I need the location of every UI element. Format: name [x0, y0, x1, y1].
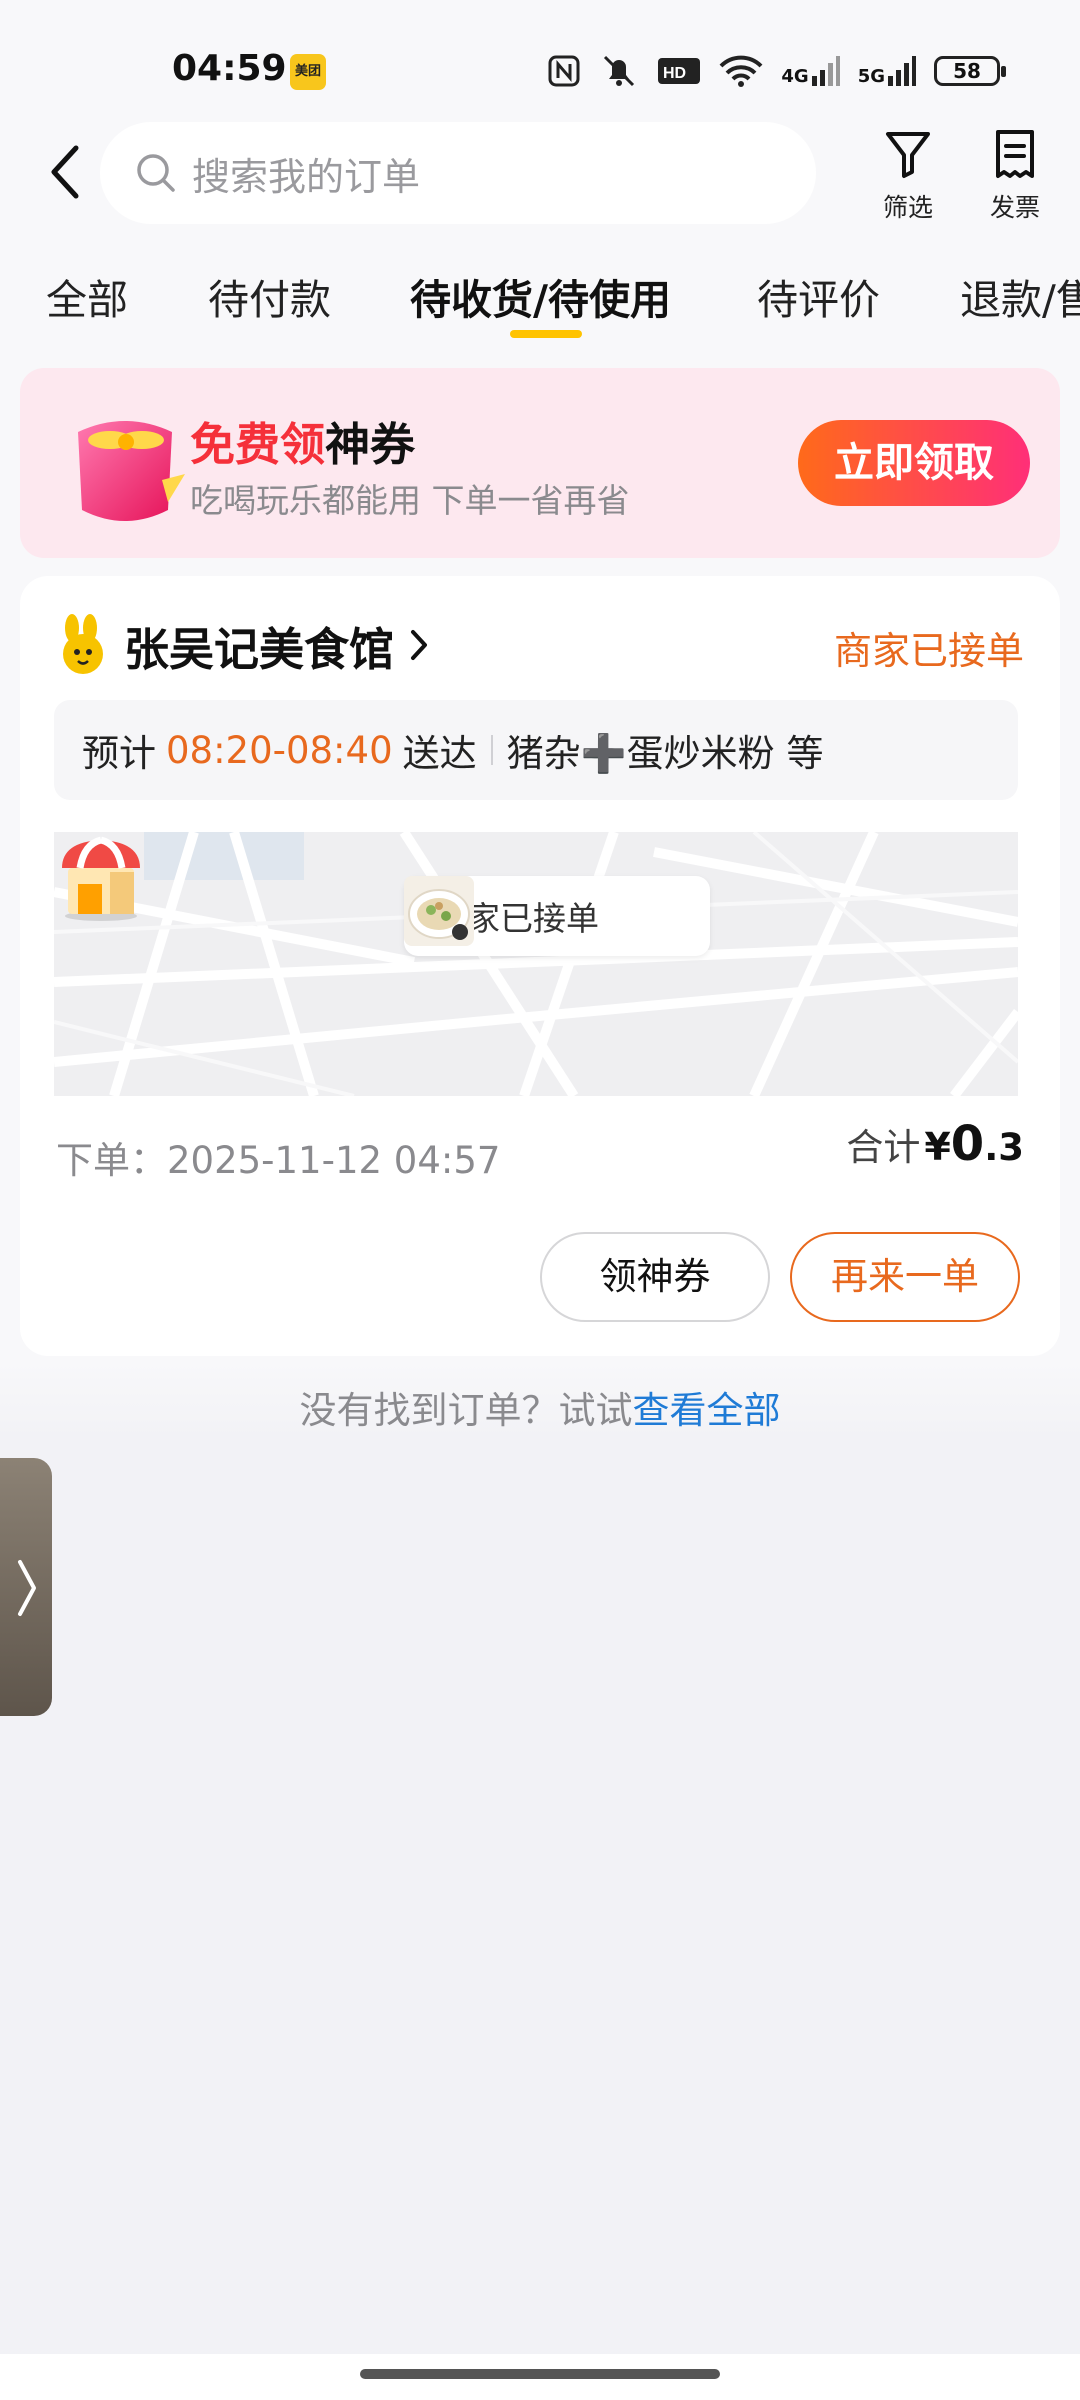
system-icons: HD 4G 5G 58: [547, 50, 1006, 92]
back-arrow-icon[interactable]: [42, 142, 88, 202]
delivery-map[interactable]: 商家已接单: [54, 832, 1018, 1096]
divider: [490, 735, 493, 765]
amount-decimal: .3: [984, 1126, 1024, 1169]
home-indicator[interactable]: [360, 2369, 720, 2379]
status-time: 04:59: [172, 48, 287, 89]
signal-icon: [811, 56, 840, 86]
filter-button[interactable]: 筛选: [863, 128, 953, 224]
map-status-bubble: 商家已接单: [404, 876, 710, 956]
tab-all[interactable]: 全部: [46, 266, 128, 326]
get-coupon-button[interactable]: 领神券: [540, 1232, 770, 1322]
signal-4g: 4G: [781, 56, 840, 86]
promo-title-rest: 神券: [325, 418, 416, 471]
tab-refund[interactable]: 退款/售后: [960, 266, 1080, 326]
chevron-right-icon: [411, 630, 428, 660]
order-time: 下单：2025-11-12 04:57: [56, 1139, 501, 1182]
red-envelope-icon: [78, 421, 185, 521]
promo-title-highlight: 免费领: [190, 418, 326, 471]
mute-icon: [604, 55, 635, 87]
invoice-label: 发票: [989, 193, 1040, 222]
promo-subtitle: 吃喝玩乐都能用 下单一省再省: [190, 481, 630, 520]
filter-icon: [886, 132, 930, 178]
store-logo-icon: [63, 614, 103, 674]
eta-time: 08:20-08:40: [166, 728, 393, 772]
store-link[interactable]: 张吴记美食馆: [56, 610, 430, 680]
signal-5g: 5G: [858, 56, 916, 86]
active-tab-indicator: [510, 330, 582, 338]
promo-title: 免费领神券: [190, 408, 415, 473]
order-total: 合计 ¥ 0 .3: [846, 1116, 1024, 1172]
search-icon: [137, 154, 175, 192]
view-all-link[interactable]: 查看全部: [633, 1389, 781, 1432]
chevron-right-icon: [18, 1560, 36, 1616]
claim-now-button[interactable]: 立即领取: [798, 420, 1030, 506]
tab-pending-review[interactable]: 待评价: [757, 266, 880, 326]
eta-suffix: 送达: [402, 732, 477, 775]
nfc-icon: [548, 55, 580, 87]
search-input[interactable]: 搜索我的订单: [100, 122, 816, 224]
invoice-icon: [996, 130, 1034, 178]
tab-pending-payment[interactable]: 待付款: [208, 266, 331, 326]
amount-integer: 0: [950, 1116, 985, 1172]
wifi-icon: [719, 55, 763, 87]
hd-icon: HD: [658, 58, 701, 84]
food-thumbnail: [404, 876, 474, 946]
store-name: 张吴记美食馆: [124, 622, 395, 676]
not-found-hint: 没有找到订单？试试查看全部: [0, 1380, 1080, 1434]
total-label: 合计: [846, 1126, 921, 1169]
delivery-info: 预计 08:20-08:40 送达 猪杂➕蛋炒米粉 等: [54, 700, 1018, 800]
filter-label: 筛选: [882, 193, 933, 222]
shop-location-icon: [62, 836, 140, 921]
eta-prefix: 预计: [82, 732, 156, 775]
battery-icon: 58: [934, 56, 1006, 86]
reorder-button[interactable]: 再来一单: [790, 1232, 1020, 1322]
side-drawer-handle[interactable]: [0, 1458, 52, 1716]
search-placeholder: 搜索我的订单: [192, 154, 421, 199]
invoice-button[interactable]: 发票: [970, 128, 1060, 224]
svg-text:HD: HD: [663, 65, 686, 82]
order-card[interactable]: 张吴记美食馆 商家已接单 预计 08:20-08:40 送达 猪杂➕蛋炒米粉 等: [20, 576, 1060, 1356]
app-notification-icon: 美团: [290, 54, 326, 90]
promo-banner[interactable]: 免费领神券 吃喝玩乐都能用 下单一省再省 立即领取: [20, 368, 1060, 558]
order-status: 商家已接单: [833, 629, 1024, 673]
status-bar: 04:59 美团 HD 4G 5G 58: [0, 0, 1080, 140]
tab-pending-receipt[interactable]: 待收货/待使用: [410, 266, 671, 326]
map-background: [54, 832, 1018, 1096]
order-items: 猪杂➕蛋炒米粉 等: [506, 732, 824, 775]
currency-symbol: ¥: [924, 1125, 951, 1169]
not-found-text: 没有找到订单？试试: [299, 1389, 633, 1432]
signal-icon: [888, 56, 916, 86]
